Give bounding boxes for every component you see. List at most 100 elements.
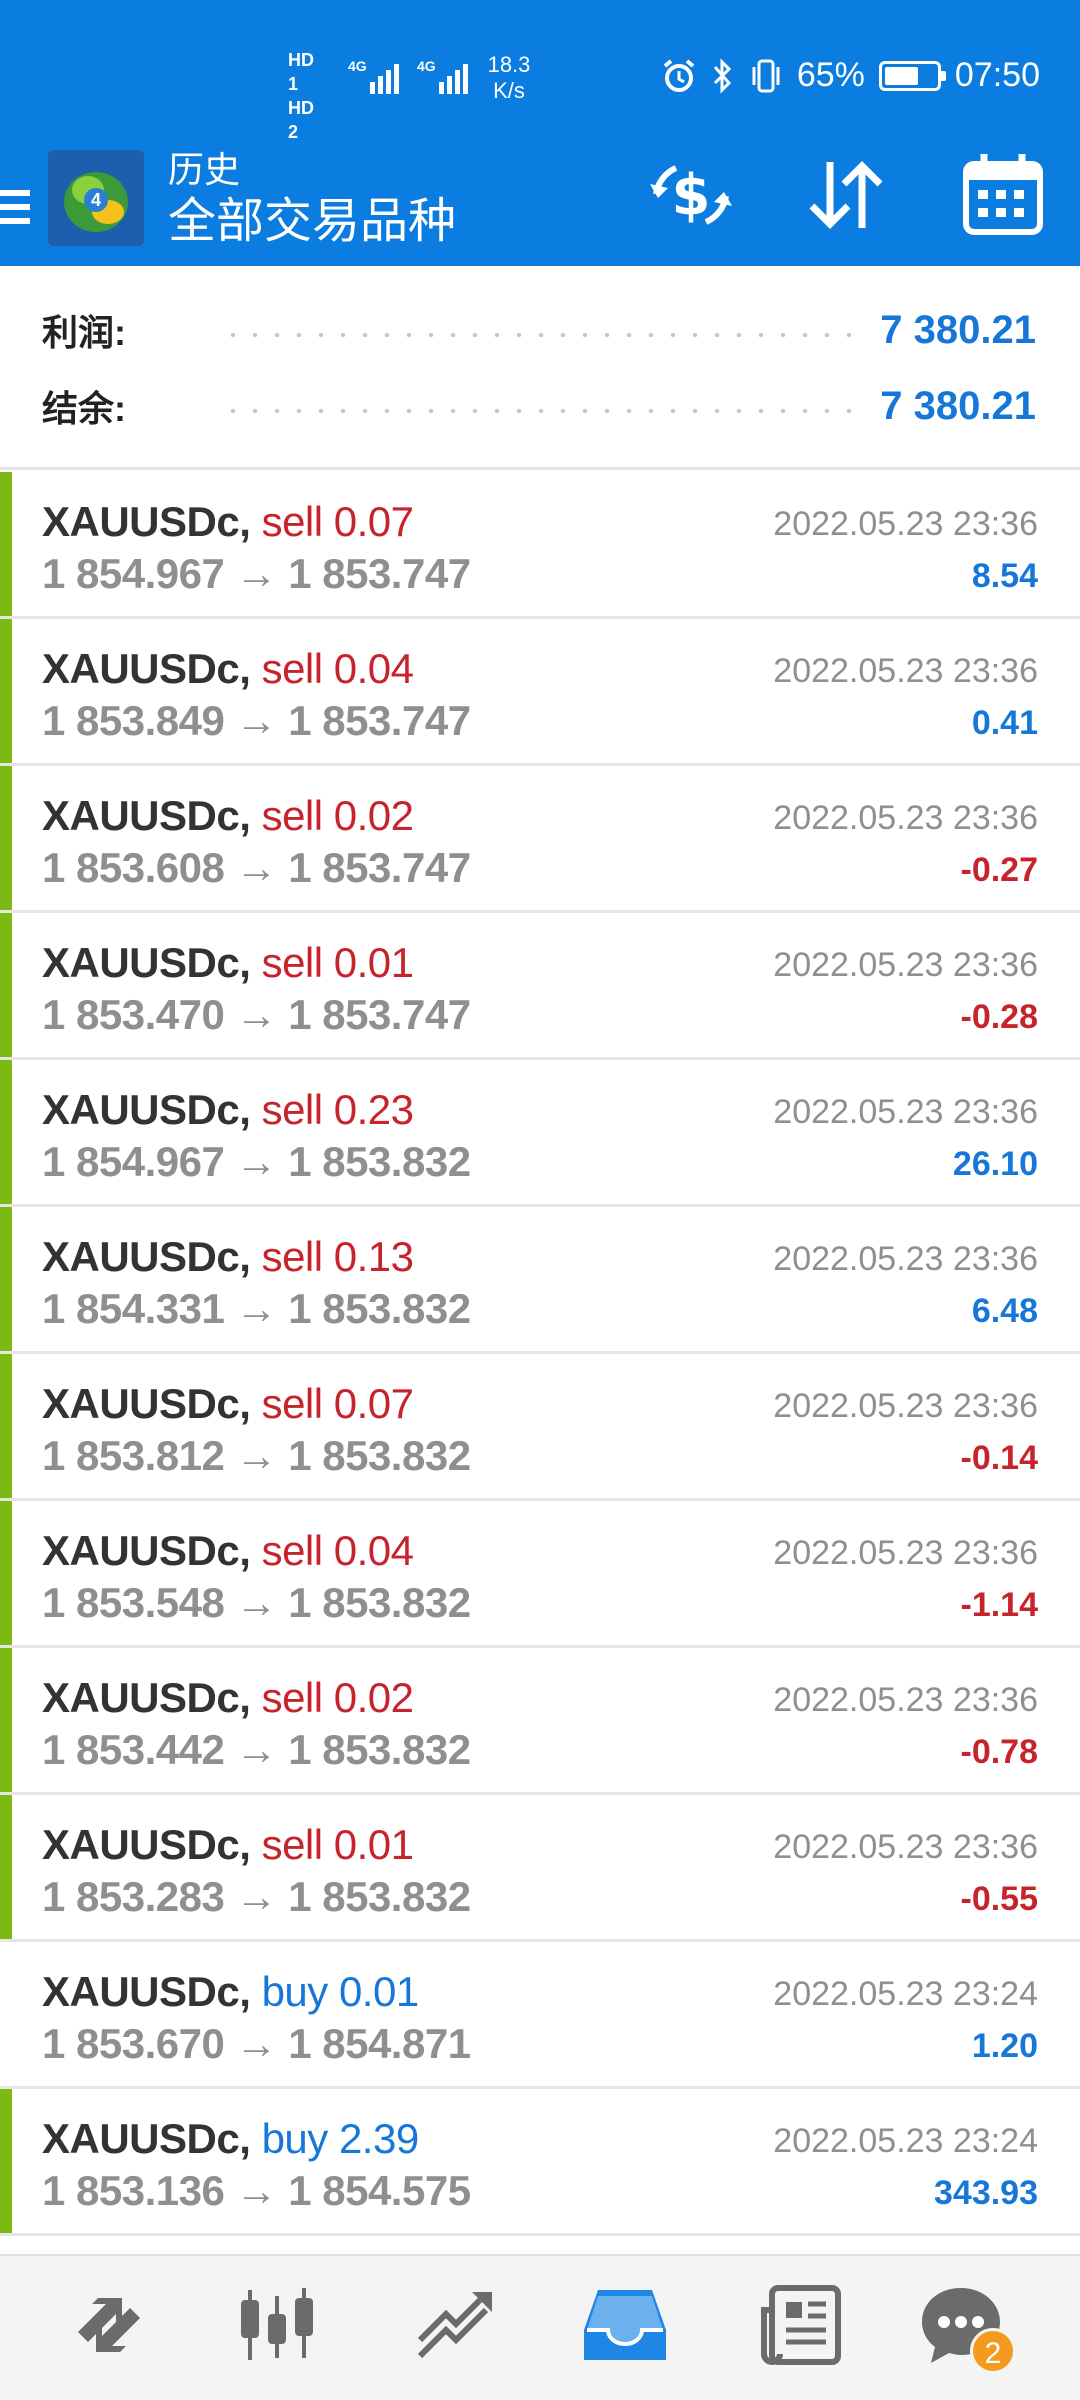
deal-open-price: 1 853.670 xyxy=(42,2020,225,2067)
deal-close-price: 1 853.832 xyxy=(288,1432,471,1479)
chart-icon[interactable] xyxy=(232,2280,322,2370)
deal-title: XAUUSDc, buy 0.01 xyxy=(42,1966,419,2018)
menu-icon[interactable] xyxy=(0,172,34,232)
screen-subtitle: 历史 xyxy=(168,149,241,190)
deal-marker xyxy=(0,1207,12,1351)
deal-symbol: XAUUSDc, xyxy=(42,792,251,839)
history-icon[interactable] xyxy=(580,2280,670,2370)
deal-prices: 1 853.470 → 1 853.747 xyxy=(42,989,471,1041)
profit-value: 7 380.21 xyxy=(880,307,1036,352)
news-icon[interactable] xyxy=(756,2280,846,2370)
arrow-icon: → xyxy=(235,1285,278,1332)
deal-row[interactable]: XAUUSDc, sell 0.04 1 853.849 → 1 853.747 2… xyxy=(0,619,1080,766)
deal-profit: 6.48 xyxy=(971,1292,1038,1330)
arrow-icon: → xyxy=(235,844,278,891)
deal-title: XAUUSDc, sell 0.07 xyxy=(42,496,414,548)
deal-row[interactable]: XAUUSDc, sell 0.01 1 853.470 → 1 853.747 2… xyxy=(0,913,1080,1060)
deal-row[interactable]: XAUUSDc, sell 0.07 1 853.812 → 1 853.832 2… xyxy=(0,1354,1080,1501)
clock: 07:50 xyxy=(954,56,1040,94)
deal-profit: 8.54 xyxy=(971,557,1038,595)
deal-close-price: 1 854.871 xyxy=(288,2020,471,2067)
balance-row: 结余: 7 380.21 xyxy=(42,376,1036,436)
deal-time: 2022.05.23 23:36 xyxy=(773,1534,1038,1572)
sort-icon[interactable] xyxy=(800,150,890,240)
deal-row[interactable]: XAUUSDc, buy 0.01 1 853.670 → 1 854.871 20… xyxy=(0,1942,1080,2089)
alarm-icon xyxy=(663,58,695,92)
quotes-icon[interactable] xyxy=(64,2280,154,2370)
deal-prices: 1 853.812 → 1 853.832 xyxy=(42,1430,471,1482)
deal-marker xyxy=(0,766,12,910)
deal-close-price: 1 853.832 xyxy=(288,1873,471,1920)
dotted-leader xyxy=(222,409,855,413)
deal-volume: 0.04 xyxy=(333,1527,414,1574)
status-right: 65% 07:50 xyxy=(661,56,1040,95)
deal-prices: 1 853.548 → 1 853.832 xyxy=(42,1577,471,1629)
deal-symbol: XAUUSDc, xyxy=(42,2115,251,2162)
deal-marker xyxy=(0,472,12,616)
deal-profit: 1.20 xyxy=(971,2027,1038,2065)
deal-marker xyxy=(0,619,12,763)
currency-exchange-icon[interactable]: $ xyxy=(646,150,736,240)
deal-list: XAUUSDc, sell 0.07 1 854.967 → 1 853.747 2… xyxy=(0,472,1080,2236)
deal-title: XAUUSDc, sell 0.01 xyxy=(42,937,414,989)
deal-volume: 0.07 xyxy=(333,1380,414,1427)
calendar-icon[interactable] xyxy=(958,150,1048,240)
deal-close-price: 1 854.575 xyxy=(288,2167,471,2214)
deal-symbol: XAUUSDc, xyxy=(42,1527,251,1574)
deal-symbol: XAUUSDc, xyxy=(42,645,251,692)
screen-title[interactable]: 全部交易品种 xyxy=(168,194,456,250)
deal-time: 2022.05.23 23:36 xyxy=(773,946,1038,984)
deal-symbol: XAUUSDc, xyxy=(42,1233,251,1280)
deal-volume: 0.01 xyxy=(333,1821,414,1868)
deal-time: 2022.05.23 23:36 xyxy=(773,652,1038,690)
deal-profit: 343.93 xyxy=(934,2174,1038,2212)
deal-title: XAUUSDc, sell 0.04 xyxy=(42,643,414,695)
deal-row[interactable]: XAUUSDc, sell 0.13 1 854.331 → 1 853.832 2… xyxy=(0,1207,1080,1354)
arrow-icon: → xyxy=(235,550,278,597)
deal-title: XAUUSDc, buy 2.39 xyxy=(42,2113,419,2165)
deal-prices: 1 854.967 → 1 853.747 xyxy=(42,548,471,600)
arrow-icon: → xyxy=(235,2020,278,2067)
bottom-navigation: 2 xyxy=(0,2254,1080,2400)
deal-symbol: XAUUSDc, xyxy=(42,1086,251,1133)
deal-row[interactable]: XAUUSDc, buy 2.39 1 853.136 → 1 854.575 20… xyxy=(0,2089,1080,2236)
arrow-icon: → xyxy=(235,697,278,744)
deal-symbol: XAUUSDc, xyxy=(42,1968,251,2015)
deal-side: sell xyxy=(261,1086,324,1133)
battery-percent: 65% xyxy=(796,56,865,94)
deal-symbol: XAUUSDc, xyxy=(42,498,251,545)
deal-row[interactable]: XAUUSDc, sell 0.23 1 854.967 → 1 853.832 2… xyxy=(0,1060,1080,1207)
deal-close-price: 1 853.832 xyxy=(288,1285,471,1332)
trade-icon[interactable] xyxy=(410,2280,500,2370)
deal-side: sell xyxy=(261,1233,324,1280)
chat-button[interactable]: 2 xyxy=(916,2280,1016,2374)
deal-profit: -0.14 xyxy=(960,1439,1039,1477)
deal-close-price: 1 853.832 xyxy=(288,1138,471,1185)
deal-row[interactable]: XAUUSDc, sell 0.01 1 853.283 → 1 853.832 2… xyxy=(0,1795,1080,1942)
deal-profit: -0.28 xyxy=(960,998,1039,1036)
deal-row[interactable]: XAUUSDc, sell 0.02 1 853.608 → 1 853.747 2… xyxy=(0,766,1080,913)
deal-profit: 26.10 xyxy=(952,1145,1038,1183)
deal-symbol: XAUUSDc, xyxy=(42,1674,251,1721)
deal-open-price: 1 854.331 xyxy=(42,1285,225,1332)
deal-row[interactable]: XAUUSDc, sell 0.02 1 853.442 → 1 853.832 2… xyxy=(0,1648,1080,1795)
deal-symbol: XAUUSDc, xyxy=(42,1380,251,1427)
chat-unread-badge: 2 xyxy=(970,2328,1016,2374)
deal-marker xyxy=(0,1060,12,1204)
deal-time: 2022.05.23 23:36 xyxy=(773,1387,1038,1425)
profit-row: 利润: 7 380.21 xyxy=(42,300,1036,360)
deal-profit: -0.78 xyxy=(960,1733,1039,1771)
deal-time: 2022.05.23 23:36 xyxy=(773,1681,1038,1719)
deal-volume: 0.04 xyxy=(333,645,414,692)
dotted-leader xyxy=(222,333,855,337)
deal-marker xyxy=(0,1354,12,1498)
arrow-icon: → xyxy=(235,1579,278,1626)
deal-row[interactable]: XAUUSDc, sell 0.07 1 854.967 → 1 853.747 2… xyxy=(0,472,1080,619)
deal-volume: 0.13 xyxy=(333,1233,414,1280)
deal-row[interactable]: XAUUSDc, sell 0.04 1 853.548 → 1 853.832 2… xyxy=(0,1501,1080,1648)
deal-side: sell xyxy=(261,645,324,692)
deal-open-price: 1 853.470 xyxy=(42,991,225,1038)
balance-label: 结余: xyxy=(42,388,126,429)
network-type-label: 4G xyxy=(417,58,436,74)
deal-profit: -0.55 xyxy=(960,1880,1039,1918)
